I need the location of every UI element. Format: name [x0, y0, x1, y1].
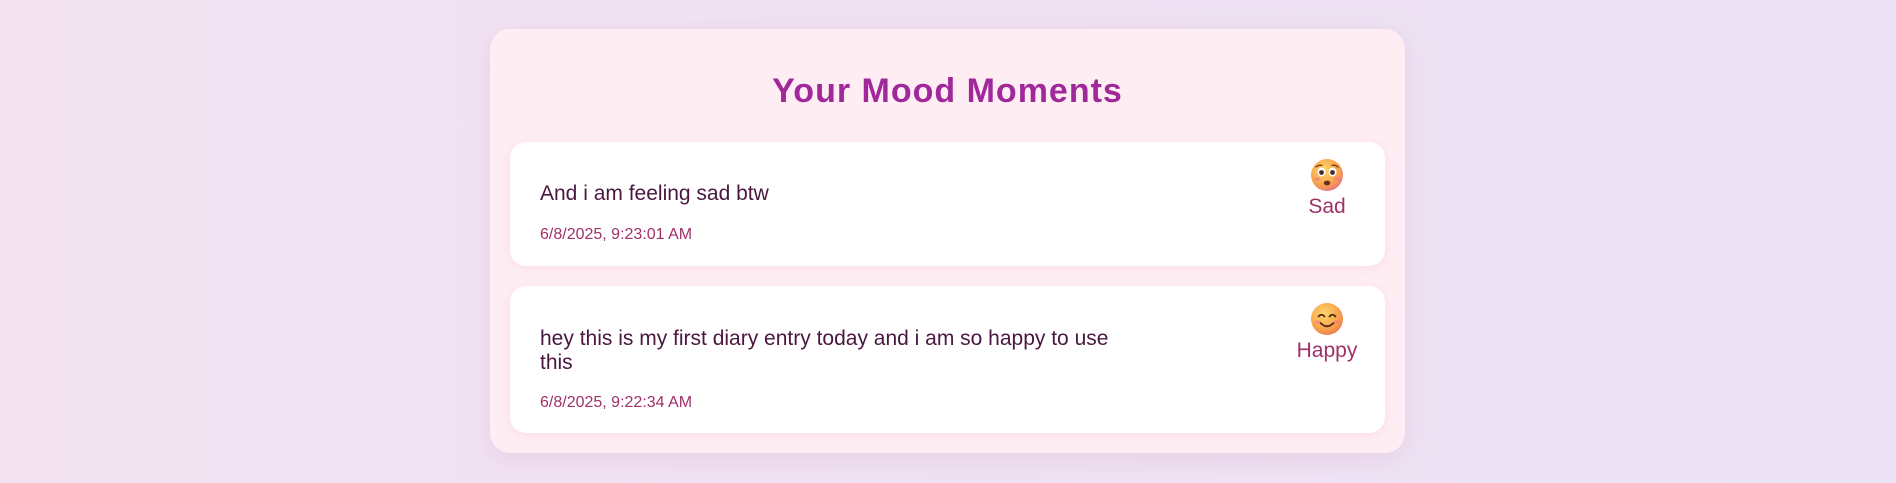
- page-title: Your Mood Moments: [772, 72, 1123, 110]
- entry-text: And i am feeling sad btw: [540, 182, 769, 205]
- mood-indicator: Happy: [1287, 302, 1367, 363]
- mood-indicator: Sad: [1287, 158, 1367, 219]
- mood-label: Happy: [1296, 339, 1358, 362]
- mood-entry-card: And i am feeling sad btw 6/8/2025, 9:23:…: [510, 142, 1385, 266]
- anxious-face-icon: [1311, 159, 1343, 191]
- entry-date: 6/8/2025, 9:22:34 AM: [540, 394, 693, 411]
- mood-moments-panel: Your Mood Moments And i am feeling sad b…: [490, 29, 1405, 453]
- mood-entry-card: hey this is my first diary entry today a…: [510, 286, 1385, 433]
- mood-label: Sad: [1308, 195, 1346, 218]
- entry-text: hey this is my first diary entry today a…: [540, 327, 1109, 374]
- entry-date: 6/8/2025, 9:23:01 AM: [540, 226, 693, 243]
- smiling-face-icon: [1311, 303, 1343, 335]
